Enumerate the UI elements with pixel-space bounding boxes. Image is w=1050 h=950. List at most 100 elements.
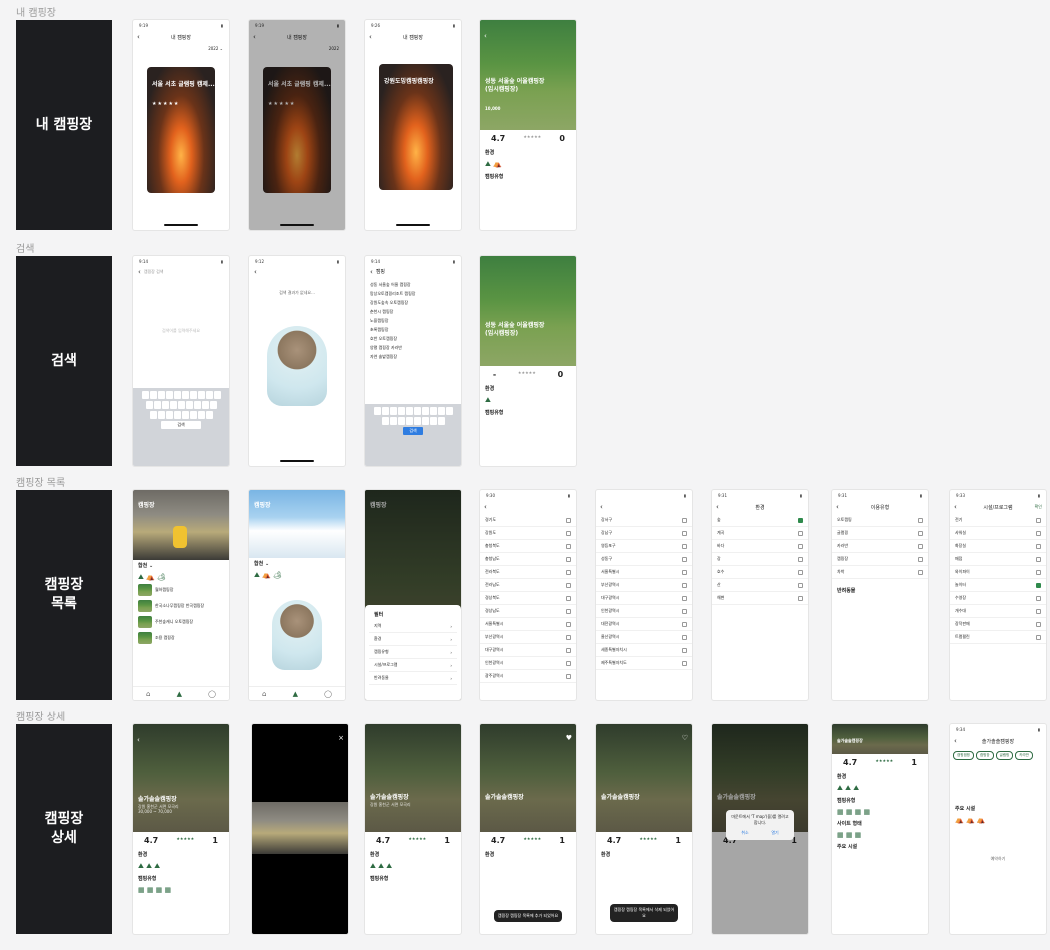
filter-item[interactable]: 시설/프로그램 › <box>369 659 457 672</box>
search-input[interactable]: 캠핑장 검색 <box>144 269 164 275</box>
search-result-item[interactable]: 성동 서울숲 어울 캠핑장 <box>370 280 456 289</box>
checkbox-row[interactable]: 충청남도 <box>480 553 576 566</box>
checkbox[interactable] <box>566 673 571 679</box>
checkbox-row[interactable]: 전기 <box>950 514 1046 527</box>
checkbox[interactable] <box>682 660 687 666</box>
checkbox-row[interactable]: 해변 <box>712 592 808 605</box>
heart-icon[interactable]: ♥ <box>566 734 572 742</box>
camping-card[interactable]: 강원도밍캠핑캠핑장 <box>379 64 453 190</box>
back-icon[interactable]: ‹ <box>137 736 140 744</box>
back-icon[interactable]: ‹ <box>370 268 373 276</box>
reserve-button[interactable]: 예약하기 <box>950 856 1046 862</box>
search-result-item[interactable]: 양평 캠핑장 카라반 <box>370 343 456 352</box>
home-icon[interactable]: ⌂ <box>146 690 150 698</box>
checkbox-row[interactable]: 글램핑 <box>832 527 928 540</box>
checkbox[interactable] <box>682 595 687 601</box>
back-icon[interactable]: ‹ <box>138 268 141 276</box>
checkbox-row[interactable]: 수영장 <box>950 592 1046 605</box>
checkbox[interactable] <box>798 582 803 588</box>
profile-icon[interactable]: ◯ <box>208 690 216 698</box>
checkbox[interactable] <box>1036 556 1041 562</box>
back-icon[interactable]: ‹ <box>836 503 839 511</box>
checkbox[interactable] <box>566 660 571 666</box>
checkbox-row[interactable]: 경기도 <box>480 514 576 527</box>
checkbox[interactable] <box>1036 621 1041 627</box>
keyboard[interactable]: 검색 <box>365 404 461 466</box>
checkbox-row[interactable]: 부산광역시 <box>480 631 576 644</box>
back-icon[interactable]: ‹ <box>716 503 719 511</box>
checkbox-row[interactable]: 서울특별시 <box>480 618 576 631</box>
checkbox[interactable] <box>566 556 571 562</box>
year-select[interactable]: 2022 ⌄ <box>133 44 229 53</box>
checkbox[interactable] <box>918 543 923 549</box>
open-button[interactable]: 열기 <box>771 830 778 836</box>
checkbox[interactable] <box>918 530 923 536</box>
category-chip[interactable]: 카라반 <box>1015 751 1033 760</box>
checkbox-row[interactable]: 세종특별자치시 <box>596 644 692 657</box>
checkbox[interactable] <box>1036 530 1041 536</box>
search-key[interactable]: 검색 <box>403 427 423 435</box>
search-result-item[interactable]: 강원도숲속 오토캠핑장 <box>370 298 456 307</box>
checkbox[interactable] <box>682 582 687 588</box>
checkbox[interactable] <box>566 608 571 614</box>
checkbox-row[interactable]: 울산광역시 <box>596 631 692 644</box>
checkbox[interactable] <box>682 517 687 523</box>
checkbox-row[interactable]: 호수 <box>712 566 808 579</box>
checkbox[interactable] <box>682 530 687 536</box>
checkbox[interactable] <box>682 569 687 575</box>
checkbox[interactable] <box>566 530 571 536</box>
checkbox-row[interactable]: 바다 <box>712 540 808 553</box>
back-icon[interactable]: ‹ <box>254 268 257 276</box>
checkbox-row[interactable]: 숲 <box>712 514 808 527</box>
checkbox-row[interactable]: 제주특별자치도 <box>596 657 692 670</box>
search-input[interactable]: 캠핑 <box>376 268 385 276</box>
checkbox[interactable] <box>1036 595 1041 601</box>
back-icon[interactable]: ‹ <box>954 737 957 745</box>
checkbox[interactable] <box>918 517 923 523</box>
checkbox[interactable] <box>566 621 571 627</box>
profile-icon[interactable]: ◯ <box>324 690 332 698</box>
checkbox-row[interactable]: 장작판매 <box>950 618 1046 631</box>
filter-item[interactable]: 지역 › <box>369 620 457 633</box>
checkbox-row[interactable]: 카라반 <box>832 540 928 553</box>
cancel-button[interactable]: 취소 <box>741 830 748 836</box>
back-icon[interactable]: ‹ <box>137 33 140 41</box>
camping-card[interactable]: 서울 서초 글램핑 캠제... ★★★★★ <box>147 67 215 193</box>
checkbox[interactable] <box>798 517 803 523</box>
checkbox[interactable] <box>566 634 571 640</box>
category-icons[interactable]: ⛰ ⛺ 🏕 <box>133 571 229 584</box>
checkbox-row[interactable]: 대구광역시 <box>596 592 692 605</box>
back-icon[interactable]: ‹ <box>369 33 372 41</box>
checkbox[interactable] <box>566 517 571 523</box>
checkbox[interactable] <box>1036 517 1041 523</box>
checkbox-row[interactable]: 영등포구 <box>596 540 692 553</box>
close-icon[interactable]: × <box>338 734 344 742</box>
search-result-item[interactable]: 노을캠핑장 <box>370 316 456 325</box>
camp-list-item[interactable]: 월하캠핑장 <box>138 584 224 596</box>
checkbox-row[interactable]: 경상북도 <box>480 592 576 605</box>
back-icon[interactable]: ‹ <box>484 32 487 40</box>
checkbox-row[interactable]: 인천광역시 <box>480 657 576 670</box>
checkbox-row[interactable]: 산 <box>712 579 808 592</box>
camp-list-item[interactable]: 한국소나무캠핑장 반곡캠핑장 <box>138 600 224 612</box>
camp-list-item[interactable]: 조용 캠핑장 <box>138 632 224 644</box>
checkbox[interactable] <box>566 595 571 601</box>
checkbox-row[interactable]: 강남구 <box>596 527 692 540</box>
filter-item[interactable]: 캠핑유형 › <box>369 646 457 659</box>
checkbox-row[interactable]: 오토캠핑 <box>832 514 928 527</box>
checkbox[interactable] <box>682 543 687 549</box>
checkbox[interactable] <box>682 608 687 614</box>
search-key[interactable]: 검색 <box>161 421 201 429</box>
checkbox-row[interactable]: 광주광역시 <box>480 670 576 683</box>
checkbox-row[interactable]: 대구광역시 <box>480 644 576 657</box>
checkbox-row[interactable]: 서울특별시 <box>596 566 692 579</box>
checkbox-row[interactable]: 매점 <box>950 553 1046 566</box>
filter-item[interactable]: 환경 › <box>369 633 457 646</box>
camp-icon[interactable]: ▲ <box>177 690 182 698</box>
home-icon[interactable]: ⌂ <box>262 690 266 698</box>
checkbox-row[interactable]: 캠핑장 <box>832 553 928 566</box>
checkbox[interactable] <box>798 595 803 601</box>
back-icon[interactable]: ‹ <box>484 503 487 511</box>
checkbox-row[interactable]: 화장실 <box>950 540 1046 553</box>
checkbox[interactable] <box>1036 582 1041 588</box>
